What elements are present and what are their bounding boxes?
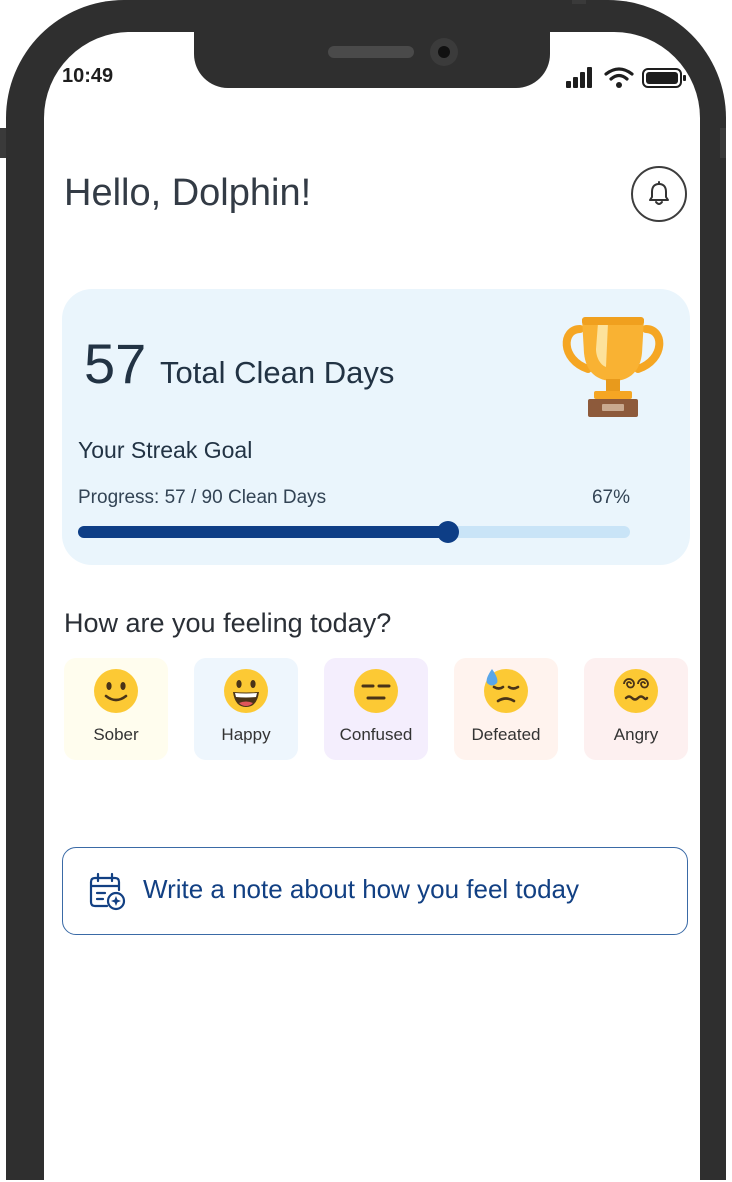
mood-label: Angry <box>613 725 659 744</box>
phone-notch <box>194 32 550 88</box>
progress-knob[interactable] <box>436 521 459 543</box>
write-note-label: Write a note about how you feel today <box>143 874 580 904</box>
mood-option-angry[interactable]: Angry <box>584 658 688 760</box>
grinning-face-icon <box>224 669 268 713</box>
bell-icon <box>649 181 669 205</box>
app-screen: 10:49 Hello, Dolphin! 57 Total Clean Day… <box>44 32 700 1182</box>
streak-goal-title: Your Streak Goal <box>78 437 253 463</box>
mood-options: Sober Happy Confused Defeated Angry <box>44 658 700 760</box>
mood-section-title: How are you feeling today? <box>64 608 392 638</box>
notifications-button[interactable] <box>631 166 687 222</box>
slightly-smiling-face-icon <box>94 669 138 713</box>
total-clean-days-label: Total Clean Days <box>160 355 395 390</box>
mood-option-confused[interactable]: Confused <box>324 658 428 760</box>
progress-fill <box>78 526 448 538</box>
progress-label: Progress: 57 / 90 Clean Days <box>78 487 327 508</box>
mood-option-defeated[interactable]: Defeated <box>454 658 558 760</box>
mood-option-happy[interactable]: Happy <box>194 658 298 760</box>
mood-label: Confused <box>339 725 413 744</box>
dizzy-face-icon <box>614 669 658 713</box>
mood-label: Happy <box>221 725 271 744</box>
mood-label: Sober <box>93 725 139 744</box>
status-time: 10:49 <box>62 65 114 87</box>
streak-progress-bar <box>78 521 630 543</box>
total-clean-days-count: 57 <box>84 332 147 395</box>
phone-top-button <box>572 0 586 4</box>
streak-card: 57 Total Clean Days Your Streak Goal Pro… <box>62 289 690 565</box>
downcast-sweat-face-icon <box>484 669 528 713</box>
phone-frame: 10:49 Hello, Dolphin! 57 Total Clean Day… <box>0 0 726 1182</box>
expressionless-face-icon <box>354 669 398 713</box>
trophy-icon <box>562 317 664 417</box>
progress-percent: 67% <box>591 487 630 508</box>
phone-side-button <box>0 128 6 158</box>
write-note-button[interactable]: Write a note about how you feel today <box>62 847 688 935</box>
speaker-grille <box>328 46 414 58</box>
greeting-title: Hello, Dolphin! <box>64 172 312 214</box>
mood-label: Defeated <box>471 725 541 744</box>
status-icons <box>566 67 686 88</box>
battery-icon <box>642 68 686 88</box>
front-camera <box>430 38 458 66</box>
cellular-signal-icon <box>566 67 592 88</box>
calendar-note-icon <box>89 872 126 911</box>
mood-option-sober[interactable]: Sober <box>64 658 168 760</box>
phone-side-button <box>720 128 726 158</box>
wifi-icon <box>604 67 634 88</box>
